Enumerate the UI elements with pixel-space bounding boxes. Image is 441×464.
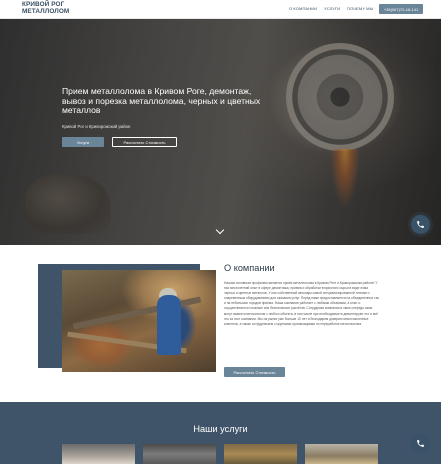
- about-image-beam: [72, 296, 202, 330]
- call-button[interactable]: [411, 434, 430, 453]
- page: КРИВОЙ РОГ МЕТАЛЛОЛОМ О КОМПАНИИ УСЛУГИ …: [0, 0, 441, 464]
- hero-section: Прием металлолома в Кривом Роге, демонта…: [0, 19, 441, 245]
- phone-icon: [417, 440, 424, 447]
- nav-item-about[interactable]: О КОМПАНИИ: [289, 6, 317, 11]
- about-calculate-cost-button[interactable]: Рассчитать Стоимость: [224, 367, 285, 377]
- about-image-worker: [157, 295, 181, 355]
- services-section: Наши услуги: [0, 402, 441, 464]
- call-button[interactable]: [411, 215, 430, 234]
- about-image-scrap-yard: [62, 270, 216, 372]
- phone-button[interactable]: +38(067)70-18-141: [379, 4, 423, 14]
- calculate-cost-button[interactable]: Рассчитать Стоимость: [112, 137, 177, 147]
- header: КРИВОЙ РОГ МЕТАЛЛОЛОМ О КОМПАНИИ УСЛУГИ …: [0, 0, 441, 19]
- logo-line-2: МЕТАЛЛОЛОМ: [22, 7, 70, 15]
- hero-overlay: [0, 19, 441, 245]
- about-title: О компании: [224, 263, 275, 273]
- hero-subtitle: Кривой Рог и Криворожский район: [62, 124, 131, 129]
- services-button[interactable]: Услуги: [62, 137, 104, 147]
- service-card[interactable]: [224, 444, 297, 464]
- hero-title: Прием металлолома в Кривом Роге, демонта…: [62, 86, 261, 115]
- nav-item-services[interactable]: УСЛУГИ: [324, 6, 340, 11]
- main-nav: О КОМПАНИИ УСЛУГИ ПОЧЕМУ МЫ: [289, 6, 373, 11]
- phone-icon: [417, 221, 424, 228]
- logo[interactable]: КРИВОЙ РОГ МЕТАЛЛОЛОМ: [22, 1, 70, 15]
- about-text: Нашим основным профилем является прием м…: [224, 281, 379, 326]
- service-card[interactable]: [143, 444, 216, 464]
- service-card[interactable]: [305, 444, 378, 464]
- service-card[interactable]: [62, 444, 135, 464]
- nav-item-why-us[interactable]: ПОЧЕМУ МЫ: [347, 6, 373, 11]
- services-title: Наши услуги: [193, 424, 248, 434]
